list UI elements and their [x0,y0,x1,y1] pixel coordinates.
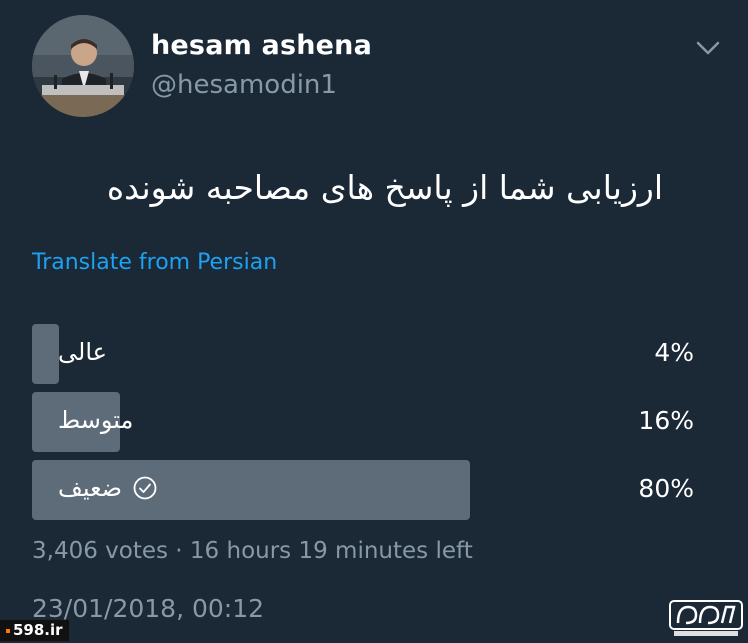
poll-option-label: ضعیف [58,474,123,502]
poll-option-label: متوسط [58,406,134,434]
logo-watermark [668,599,744,639]
avatar[interactable] [32,15,134,117]
poll-option: ضعیف 80% [32,460,696,520]
watermark-dot [6,628,10,633]
tweet-text: ارزیابی شما از پاسخ های مصاحبه شونده [106,168,663,207]
display-name[interactable]: hesam ashena [151,30,372,61]
user-handle[interactable]: @hesamodin1 [151,70,337,100]
poll-option-label: عالی [58,338,107,366]
poll-option-percent: 80% [638,474,694,503]
avatar-photo [32,15,134,117]
site-watermark: 598.ir [0,620,69,641]
translate-link[interactable]: Translate from Persian [32,250,277,275]
poll-bar [32,324,59,384]
poll-option: متوسط 16% [32,392,696,452]
poll-option-percent: 16% [638,406,694,435]
watermark-text: 598.ir [13,621,63,639]
poll-option: عالی 4% [32,324,696,384]
poll-option-percent: 4% [654,338,694,367]
poll-option-label-group: ضعیف [58,474,158,502]
poll-meta: 3,406 votes · 16 hours 19 minutes left [32,538,473,564]
chevron-down-icon[interactable] [693,36,723,60]
tweet-timestamp[interactable]: 23/01/2018, 00:12 [32,594,264,623]
check-circle-icon [132,475,158,501]
